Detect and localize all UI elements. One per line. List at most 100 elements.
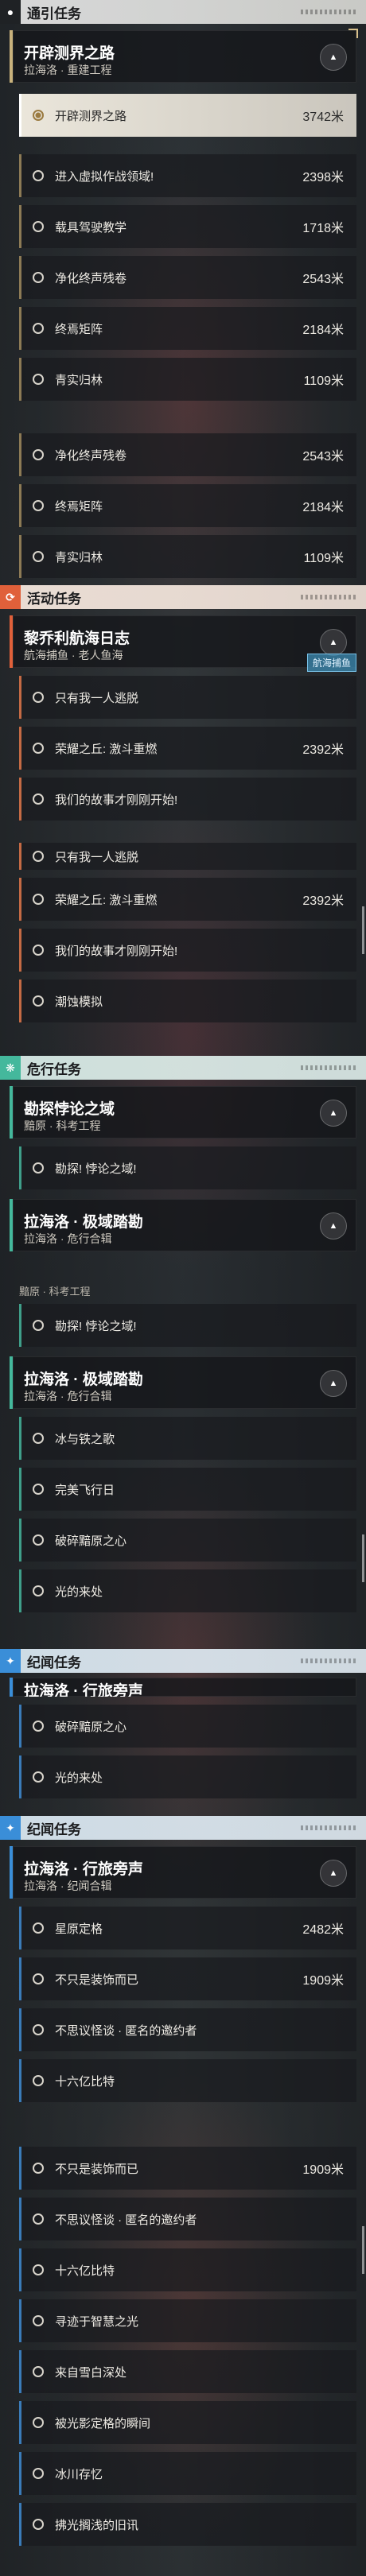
panel-chron-peek: ✦ 纪闻任务 拉海洛 · 行旅旁声 破碎黯原之心 光的来处 [0,1649,366,1798]
quest-title: 拉海洛 · 极域踏勘 [24,1214,143,1231]
step-title: 开辟测界之路 [55,109,127,123]
radio-icon [33,1534,44,1546]
quest-step[interactable]: 青实归林 1109米 [19,535,356,578]
step-title: 终焉矩阵 [55,322,103,336]
radio-icon [33,1973,44,1984]
quest-step[interactable]: 十六亿比特 [19,2248,356,2291]
header-decoration [301,10,356,14]
quest-step[interactable]: 终焉矩阵 2184米 [19,484,356,527]
quest-step[interactable]: 完美飞行日 [19,1468,356,1511]
quest-card-peek[interactable]: 拉海洛 · 行旅旁声 [10,1678,356,1697]
radio-icon [33,692,44,703]
quest-step[interactable]: 光的来处 [19,1755,356,1798]
section-header-guide[interactable]: ● 通引任务 [0,0,366,24]
quest-step[interactable]: 进入虚拟作战领域! 2398米 [19,154,356,197]
section-header-event[interactable]: ⟳ 活动任务 [0,585,366,609]
section-header-danger[interactable]: ❋ 危行任务 [0,1056,366,1080]
section-header-chron[interactable]: ✦ 纪闻任务 [0,1816,366,1840]
section-title: 活动任务 [27,591,81,607]
section-title: 危行任务 [27,1061,81,1077]
quest-step[interactable]: 不只是装饰而已 1909米 [19,1957,356,2000]
quest-card[interactable]: 黎乔利航海日志 航海捕鱼 · 老人鱼海 ▲ [10,615,356,668]
quest-title: 勘探悖论之域 [24,1101,115,1118]
quest-card[interactable]: 勘探悖论之域 黯原 · 科考工程 ▲ [10,1086,356,1139]
danger-icon: ❋ [0,1056,21,1080]
section-title: 纪闻任务 [27,1655,81,1670]
quest-step[interactable]: 不思议怪谈 · 匿名的邀约者 [19,2198,356,2240]
star-icon: ✦ [0,1816,21,1840]
section-header-chron[interactable]: ✦ 纪闻任务 [0,1649,366,1673]
quest-step[interactable]: 不只是装饰而已 1909米 [19,2147,356,2190]
panel-danger: ❋ 危行任务 勘探悖论之域 黯原 · 科考工程 ▲ 勘探! 悖论之域! 拉海洛 … [0,1056,366,1251]
radio-icon [33,1585,44,1596]
quest-step[interactable]: 载具驾驶教学 1718米 [19,205,356,248]
chevron-up-icon[interactable]: ▲ [320,1100,347,1127]
chevron-up-icon[interactable]: ▲ [320,44,347,71]
radio-icon [33,1433,44,1444]
header-decoration [301,595,356,599]
quest-step[interactable]: 净化终声残卷 2543米 [19,433,356,476]
chevron-up-icon[interactable]: ▲ [320,1860,347,1887]
quest-step[interactable]: 终焉矩阵 2184米 [19,307,356,350]
quest-card[interactable]: 开辟测界之路 拉海洛 · 重建工程 ▲ [10,29,358,83]
quest-step[interactable]: 星原定格 2482米 [19,1907,356,1949]
quest-step[interactable]: 净化终声残卷 2543米 [19,256,356,299]
step-title: 净化终声残卷 [55,448,127,463]
quest-step[interactable]: 勘探! 悖论之域! [19,1146,356,1189]
quest-step[interactable]: 开辟测界之路 3742米 [19,94,356,137]
panel-chron-tail: 不只是装饰而已 1909米 不思议怪谈 · 匿名的邀约者 十六亿比特 寻迹于智慧… [0,2139,366,2546]
radio-icon [33,894,44,905]
quest-step[interactable]: 破碎黯原之心 [19,1519,356,1562]
quest-step[interactable]: 冰与铁之歌 [19,1417,356,1460]
quest-step[interactable]: 破碎黯原之心 [19,1705,356,1748]
panel-event-tail: 只有我一人逃脱 荣耀之丘: 激斗重燃 2392米 我们的故事才刚刚开始! 潮蚀模… [0,843,366,1022]
quest-subtitle: 拉海洛 · 纪闻合辑 [24,1880,112,1892]
step-title: 星原定格 [55,1922,103,1936]
radio-icon [33,743,44,754]
quest-step[interactable]: 光的来处 [19,1569,356,1612]
quest-step[interactable]: 来自雪白深处 [19,2350,356,2393]
quest-step[interactable]: 十六亿比特 [19,2059,356,2102]
quest-step[interactable]: 青实归林 1109米 [19,358,356,401]
quest-card[interactable]: 拉海洛 · 极域踏勘 拉海洛 · 危行合辑 ▲ [10,1356,356,1409]
quest-step[interactable]: 冰川存忆 [19,2452,356,2495]
panel-event: ⟳ 活动任务 黎乔利航海日志 航海捕鱼 · 老人鱼海 ▲ 航海捕鱼 只有我一人逃… [0,585,366,821]
step-distance: 2543米 [302,273,344,286]
step-distance: 1109米 [303,374,344,388]
radio-icon [33,2264,44,2275]
radio-icon [33,221,44,232]
scrollbar-thumb[interactable] [362,1534,364,1582]
radio-icon [33,2468,44,2479]
step-title: 潮蚀模拟 [55,995,103,1009]
quest-title: 拉海洛 · 极域踏勘 [24,1371,143,1388]
step-title: 来自雪白深处 [55,2365,127,2380]
quest-step[interactable]: 寻迹于智慧之光 [19,2299,356,2342]
chevron-up-icon[interactable]: ▲ [320,629,347,656]
step-title: 只有我一人逃脱 [55,850,139,864]
radio-icon [33,449,44,460]
quest-step[interactable]: 荣耀之丘: 激斗重燃 2392米 [19,727,356,770]
chevron-up-icon[interactable]: ▲ [320,1212,347,1240]
scrollbar-thumb[interactable] [362,2226,364,2274]
quest-step[interactable]: 我们的故事才刚刚开始! [19,929,356,972]
scrollbar-thumb[interactable] [362,906,364,954]
quest-card[interactable]: 拉海洛 · 行旅旁声 拉海洛 · 纪闻合辑 ▲ [10,1846,356,1899]
quest-step[interactable]: 勘探! 悖论之域! [19,1304,356,1347]
quest-step[interactable]: 荣耀之丘: 激斗重燃 2392米 [19,878,356,921]
quest-step[interactable]: 潮蚀模拟 [19,980,356,1022]
radio-icon [33,2024,44,2035]
radio-icon [33,2213,44,2225]
quest-step[interactable]: 不思议怪谈 · 匿名的邀约者 [19,2008,356,2051]
quest-step[interactable]: 只有我一人逃脱 [19,676,356,719]
quest-step[interactable]: 被光影定格的瞬间 [19,2401,356,2444]
radio-icon [33,851,44,862]
quest-title: 黎乔利航海日志 [24,630,130,647]
chevron-up-icon[interactable]: ▲ [320,1370,347,1397]
activity-badge: 航海捕鱼 [306,654,356,672]
quest-step[interactable]: 只有我一人逃脱 [19,843,356,870]
radio-icon [33,945,44,956]
step-distance: 3742米 [302,111,344,124]
quest-step[interactable]: 我们的故事才刚刚开始! [19,778,356,821]
quest-card[interactable]: 拉海洛 · 极域踏勘 拉海洛 · 危行合辑 ▲ [10,1199,356,1251]
quest-step[interactable]: 拂光搁浅的旧讯 [19,2503,356,2546]
